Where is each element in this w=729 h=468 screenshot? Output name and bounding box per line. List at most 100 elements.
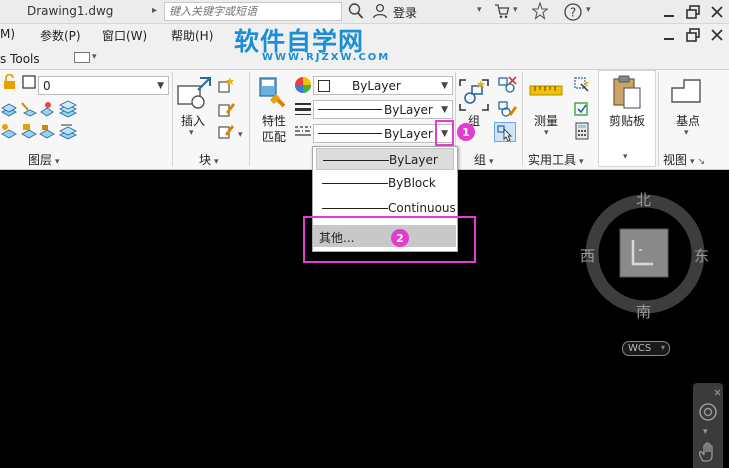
title-expand-arrow-icon[interactable]: ▸ xyxy=(152,5,157,16)
clipboard-label[interactable]: 剪贴板 xyxy=(609,112,645,129)
minimize-app-button[interactable] xyxy=(657,0,681,24)
panel-view-expand-icon[interactable]: ▾ xyxy=(690,157,695,167)
panel-block-expand-icon[interactable]: ▾ xyxy=(214,157,219,167)
minimize-doc-button[interactable] xyxy=(657,24,681,46)
viewcube-east-label[interactable]: 东 xyxy=(694,245,709,266)
wcs-menu[interactable]: WCS ▾ xyxy=(622,341,670,356)
quick-select-icon[interactable] xyxy=(573,76,591,97)
measure-label[interactable]: 测量 xyxy=(534,112,558,129)
layer-match-icon[interactable] xyxy=(20,100,38,121)
match-properties-label-1[interactable]: 特性 xyxy=(262,112,286,129)
color-combo[interactable]: ByLayer ▼ xyxy=(313,76,453,95)
panel-title-groups[interactable]: 组 ▾ xyxy=(474,151,494,168)
layer-lock-toggle-icon[interactable] xyxy=(38,122,56,143)
base-arrow-icon[interactable]: ▾ xyxy=(684,128,689,138)
panel-title-utilities[interactable]: 实用工具 ▾ xyxy=(528,151,584,168)
lineweight-combo[interactable]: ByLayer ▼ xyxy=(313,124,453,143)
layer-lock-icon[interactable] xyxy=(2,73,18,93)
calculator-icon[interactable] xyxy=(573,122,591,143)
color-wheel-icon[interactable] xyxy=(294,76,312,97)
linetype-combo-arrow-icon[interactable]: ▼ xyxy=(441,105,448,115)
navigation-bar: ▾ xyxy=(693,383,723,468)
menu-item-window[interactable]: 窗口(W) xyxy=(102,27,147,44)
ungroup-icon[interactable] xyxy=(497,76,517,97)
base-view-icon[interactable] xyxy=(670,78,702,107)
select-similar-icon[interactable] xyxy=(573,100,591,121)
block-attribute-icon[interactable]: ▾ xyxy=(216,122,244,143)
panel-groups-expand-icon[interactable]: ▾ xyxy=(489,157,494,167)
help-icon[interactable]: ? xyxy=(563,2,583,25)
cart-dropdown-arrow-icon[interactable]: ▾ xyxy=(513,5,518,15)
menu-item-truncated[interactable]: M) xyxy=(0,27,15,41)
search-icon[interactable] xyxy=(348,2,364,23)
group-selection-toggle-icon[interactable] xyxy=(494,122,516,142)
linetype-preview-line xyxy=(318,109,382,110)
panel-title-view[interactable]: 视图 ▾ ↘ xyxy=(663,151,705,168)
layer-isolate-icon[interactable] xyxy=(38,100,56,121)
match-properties-icon[interactable] xyxy=(258,76,288,113)
panel-title-layers[interactable]: 图层 ▾ xyxy=(28,151,60,168)
user-icon[interactable] xyxy=(372,3,388,22)
panel-layers-expand-icon[interactable]: ▾ xyxy=(55,157,60,167)
navbar-close-icon[interactable] xyxy=(714,385,721,399)
group-edit-icon[interactable] xyxy=(497,100,517,121)
ribbon-options-arrow-icon[interactable]: ▾ xyxy=(92,52,97,62)
steering-wheel-icon[interactable] xyxy=(698,401,718,426)
ribbon-minimize-toggle-icon[interactable] xyxy=(74,52,90,63)
close-doc-button[interactable] xyxy=(705,24,729,46)
dropdown-line-preview xyxy=(322,183,388,184)
viewcube-west-label[interactable]: 西 xyxy=(580,245,595,266)
steering-wheel-arrow-icon[interactable]: ▾ xyxy=(703,427,708,437)
linetype-combo[interactable]: ByLayer ▼ xyxy=(313,100,453,119)
layer-walk-icon[interactable] xyxy=(58,122,78,143)
layer-combo[interactable]: 0 ▼ xyxy=(38,76,169,95)
help-dropdown-arrow-icon[interactable]: ▾ xyxy=(586,5,591,15)
panel-view-launcher-icon[interactable]: ↘ xyxy=(698,157,706,167)
edit-block-icon[interactable] xyxy=(216,100,236,121)
wcs-arrow-icon[interactable]: ▾ xyxy=(661,343,665,352)
menu-item-parametric[interactable]: 参数(P) xyxy=(40,27,81,44)
tab-tools[interactable]: s Tools xyxy=(0,52,40,66)
match-properties-label-2[interactable]: 匹配 xyxy=(262,128,286,145)
watermark: 软件自学网 WWW.RJZXW.COM xyxy=(234,22,388,66)
pan-hand-icon[interactable] xyxy=(697,441,719,466)
linetype-icon[interactable] xyxy=(294,124,312,141)
linetype-combo-value: ByLayer xyxy=(384,103,433,117)
paste-clipboard-icon[interactable] xyxy=(610,74,642,113)
layer-freeze-icon[interactable] xyxy=(20,122,38,143)
layer-combo-arrow-icon[interactable]: ▼ xyxy=(157,81,164,91)
login-dropdown-arrow-icon[interactable]: ▾ xyxy=(477,5,482,15)
measure-ruler-icon[interactable] xyxy=(529,80,563,103)
panel-title-block[interactable]: 块 ▾ xyxy=(199,151,219,168)
login-link[interactable]: 登录 xyxy=(393,4,417,21)
exchange-apps-icon[interactable] xyxy=(530,1,550,23)
layer-color-swatch-icon[interactable] xyxy=(22,75,36,92)
insert-block-icon[interactable] xyxy=(176,76,212,117)
layer-off-icon[interactable] xyxy=(0,122,18,143)
viewcube-north-label[interactable]: 北 xyxy=(636,189,651,210)
close-app-button[interactable] xyxy=(705,0,729,24)
group-icon[interactable] xyxy=(458,78,490,115)
restore-doc-button[interactable] xyxy=(681,24,705,46)
measure-arrow-icon[interactable]: ▾ xyxy=(544,128,549,138)
lineweight-icon[interactable] xyxy=(294,100,312,121)
panel-utilities-expand-icon[interactable]: ▾ xyxy=(579,157,584,167)
color-combo-arrow-icon[interactable]: ▼ xyxy=(441,81,448,91)
viewcube[interactable]: 北 南 西 东 xyxy=(578,180,718,330)
insert-label[interactable]: 插入 xyxy=(181,112,205,129)
create-block-icon[interactable] xyxy=(216,76,236,97)
search-field[interactable] xyxy=(164,2,342,21)
panel-title-layers-label: 图层 xyxy=(28,153,53,167)
viewcube-south-label[interactable]: 南 xyxy=(636,301,651,322)
base-label[interactable]: 基点 xyxy=(676,112,700,129)
cart-icon[interactable] xyxy=(494,3,510,22)
search-input[interactable] xyxy=(165,3,341,20)
menu-item-help[interactable]: 帮助(H) xyxy=(171,27,213,44)
layer-tool-icon[interactable] xyxy=(0,100,18,121)
restore-app-button[interactable] xyxy=(681,0,705,24)
dropdown-item-byblock[interactable]: ByBlock xyxy=(316,172,454,194)
clipboard-arrow-icon[interactable]: ▾ xyxy=(623,152,628,162)
layer-states-icon[interactable] xyxy=(58,100,78,121)
insert-arrow-icon[interactable]: ▾ xyxy=(189,128,194,138)
dropdown-item-bylayer[interactable]: ByLayer xyxy=(316,148,454,170)
